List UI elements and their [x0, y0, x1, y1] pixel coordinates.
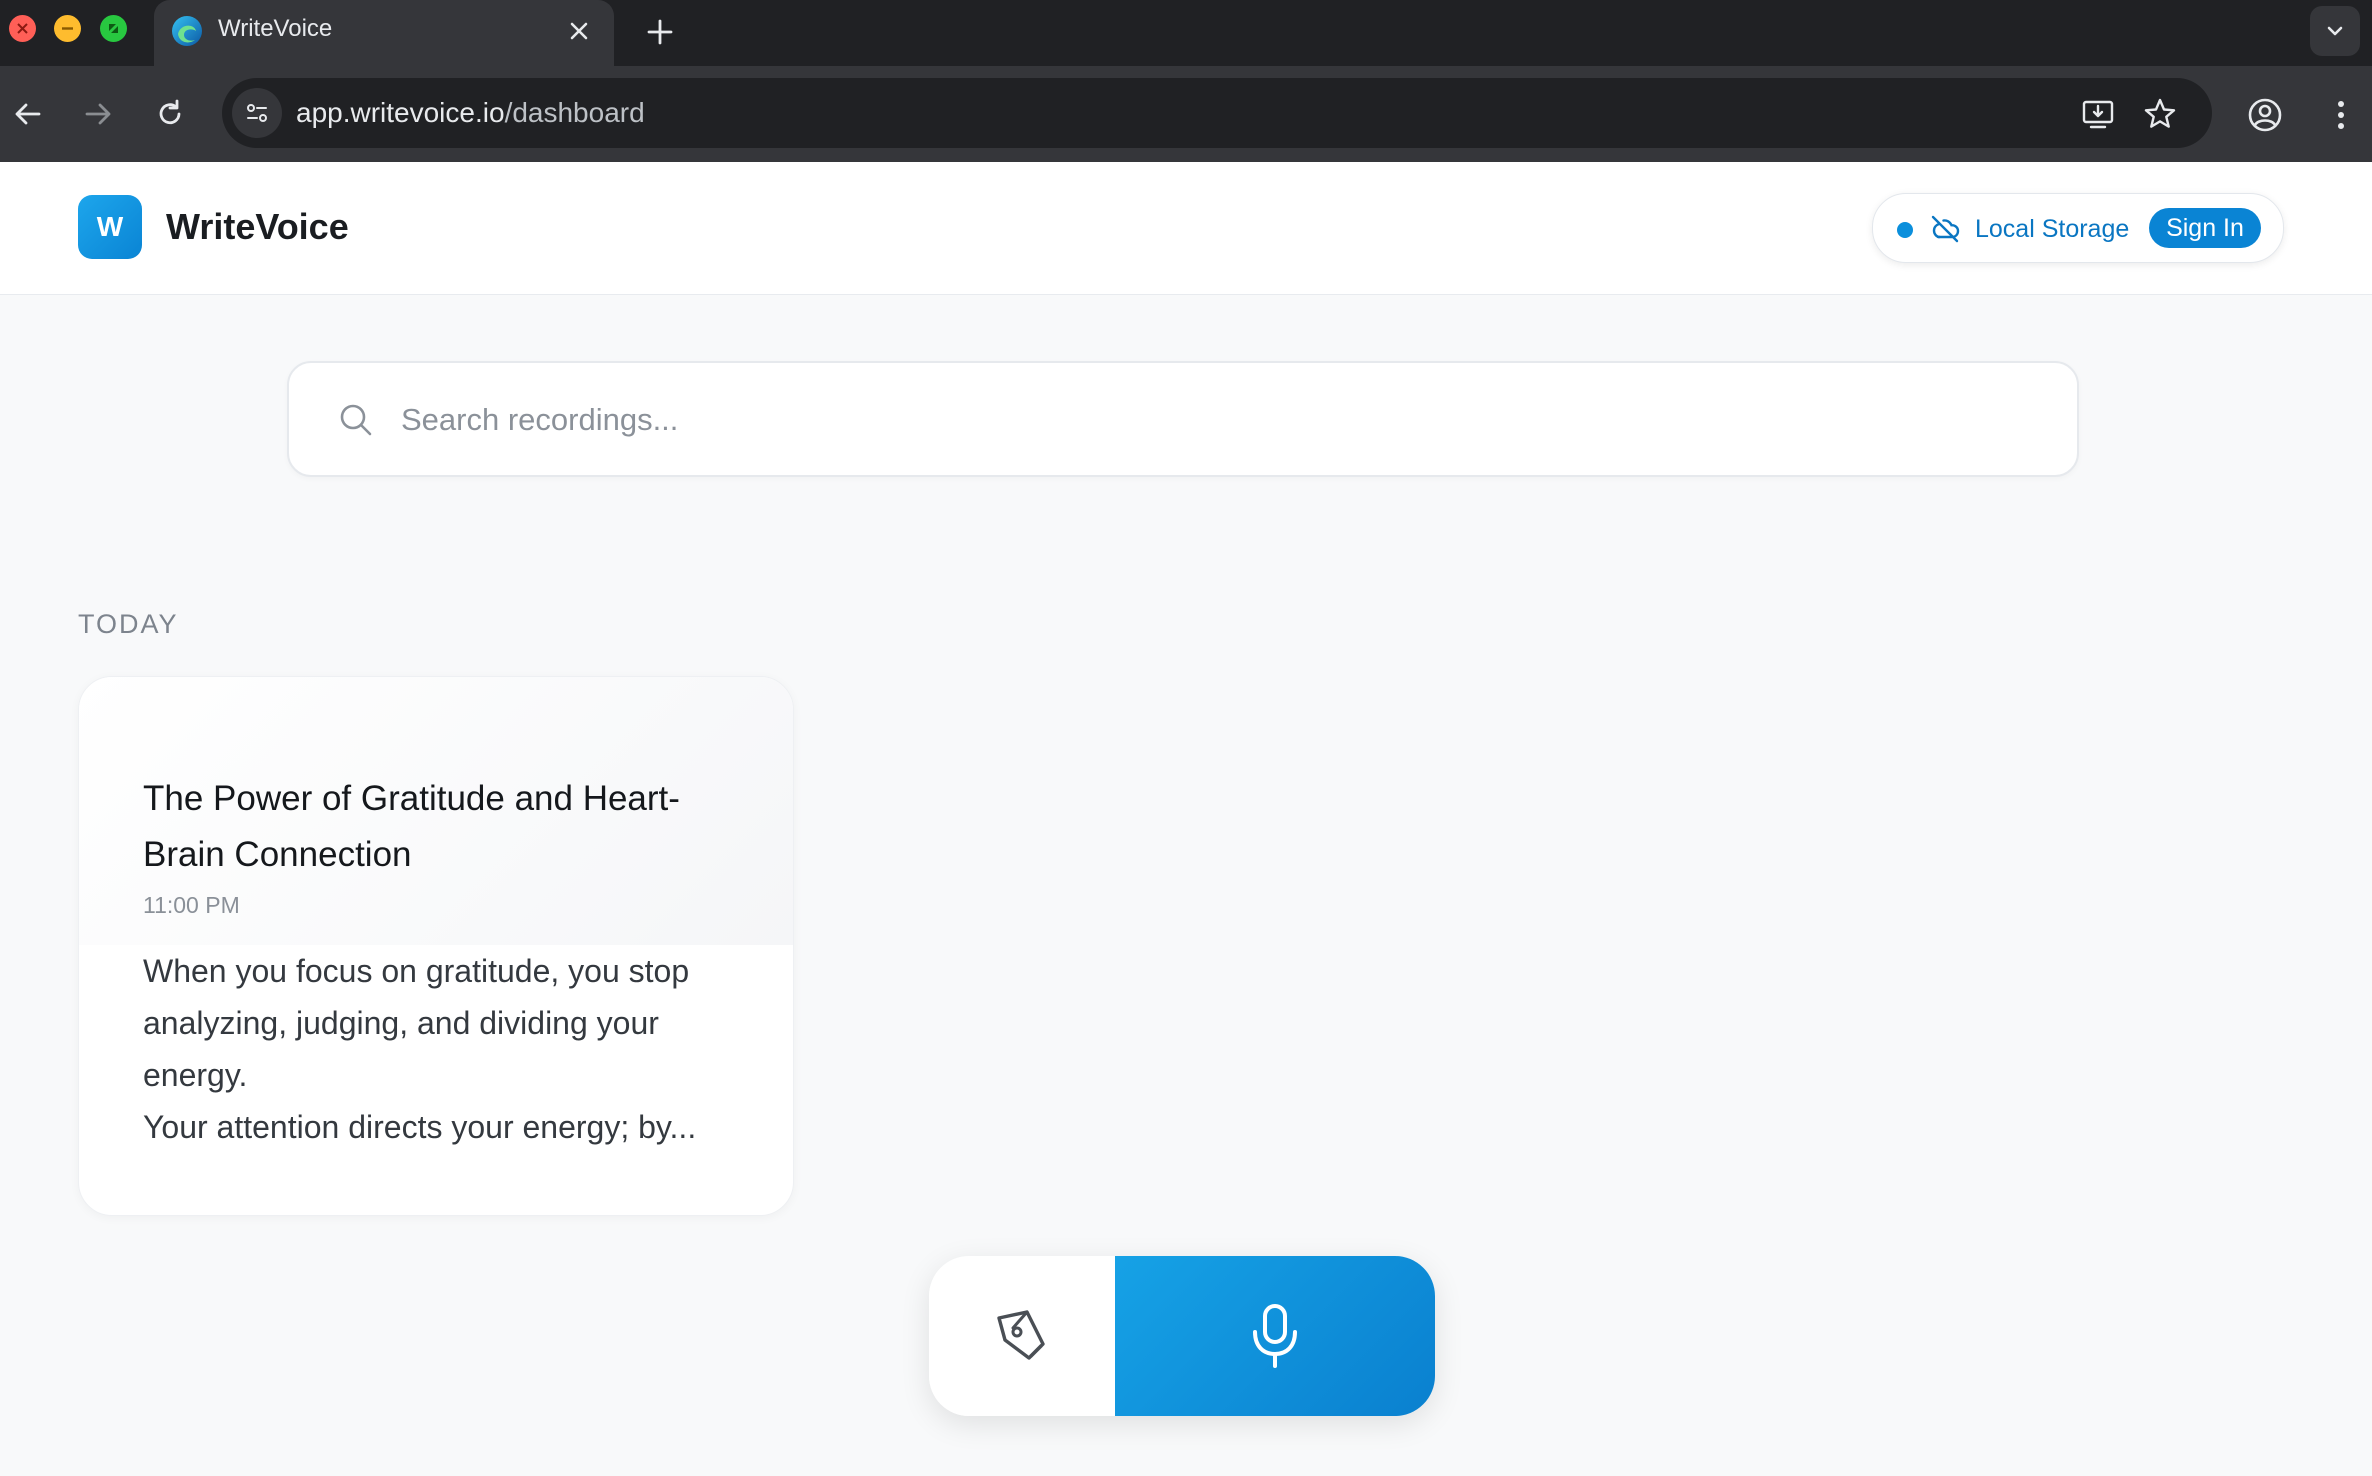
profile-icon[interactable] — [2246, 96, 2284, 134]
window-maximize-button[interactable] — [100, 15, 127, 42]
cloud-off-icon — [1931, 215, 1960, 243]
search-icon — [340, 404, 372, 436]
url-path: /dashboard — [504, 97, 645, 128]
url-text: app.writevoice.io/dashboard — [296, 97, 645, 129]
storage-label: Local Storage — [1975, 215, 2130, 243]
close-icon[interactable] — [564, 16, 594, 46]
search-input[interactable] — [399, 391, 2003, 449]
tab-search-button[interactable] — [2310, 6, 2360, 56]
action-bar — [929, 1256, 1435, 1416]
app-logo[interactable]: W — [78, 195, 142, 259]
edge-favicon-icon — [172, 16, 202, 46]
record-button[interactable] — [1115, 1256, 1435, 1416]
recording-title: The Power of Gratitude and Heart-Brain C… — [143, 779, 680, 874]
storage-status-pill: Local Storage Sign In — [1872, 193, 2284, 263]
site-info-button[interactable] — [232, 88, 282, 138]
recording-card[interactable]: The Power of Gratitude and Heart-Brain C… — [78, 676, 794, 1216]
more-vert-icon[interactable] — [2322, 96, 2360, 134]
pen-icon — [997, 1310, 1045, 1360]
browser-tab-bar: WriteVoice — [0, 0, 2372, 66]
window-close-button[interactable] — [9, 15, 36, 42]
window-minimize-button[interactable] — [54, 15, 81, 42]
address-bar[interactable]: app.writevoice.io/dashboard — [222, 78, 2212, 148]
recording-time: 11:00 PM — [143, 892, 240, 918]
recording-excerpt: When you focus on gratitude, you stop an… — [143, 953, 697, 1145]
forward-arrow-icon[interactable] — [78, 94, 118, 134]
star-icon[interactable] — [2142, 96, 2178, 132]
plus-icon[interactable] — [640, 12, 680, 52]
url-host: app.writevoice.io — [296, 97, 505, 128]
write-note-button[interactable] — [929, 1256, 1115, 1416]
chevron-down-icon — [2327, 26, 2343, 36]
back-arrow-icon[interactable] — [8, 94, 48, 134]
install-app-icon[interactable] — [2080, 96, 2116, 132]
app-header: W WriteVoice Local Storage Sign In — [0, 162, 2372, 295]
sign-in-button[interactable]: Sign In — [2149, 208, 2261, 248]
microphone-icon — [1253, 1304, 1297, 1368]
browser-toolbar: app.writevoice.io/dashboard — [0, 66, 2372, 162]
section-label-today: TODAY — [78, 609, 179, 639]
reload-icon[interactable] — [150, 94, 190, 134]
brand-name: WriteVoice — [166, 206, 349, 247]
search-box[interactable] — [287, 361, 2079, 477]
site-info-icon — [247, 104, 267, 122]
tab-title: WriteVoice — [218, 15, 333, 42]
browser-tab-active[interactable]: WriteVoice — [154, 0, 614, 66]
status-dot — [1897, 222, 1913, 238]
